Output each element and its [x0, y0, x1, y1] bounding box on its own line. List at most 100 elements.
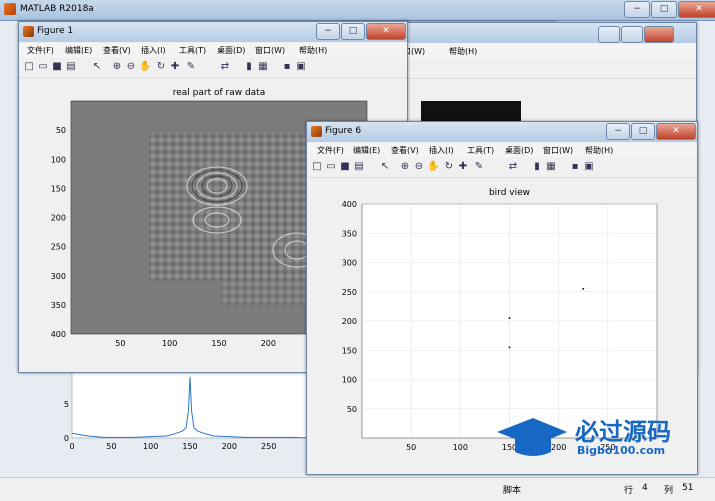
f6-y-tick-label: 250 — [342, 288, 357, 297]
scatter-point — [508, 317, 511, 320]
f1-x-tick-label: 100 — [162, 339, 177, 348]
figure1-close-button[interactable]: ✕ — [366, 23, 406, 40]
figure6-toolbar: □ ▭ ■ ▤ ↖ ⊕ ⊖ ✋ ↻ ✚ ✎ ⇄ ▮ ▦ ▪ ▣ — [307, 158, 697, 178]
data-cursor-icon[interactable]: ✚ — [457, 161, 469, 173]
figure6-maximize-button[interactable]: □ — [631, 123, 655, 140]
figure6-title: Figure 6 — [325, 126, 362, 136]
new-figure-icon[interactable]: □ — [23, 61, 35, 73]
f6-menu-tools[interactable]: 工具(T) — [467, 145, 494, 156]
colorbar-icon[interactable]: ▮ — [243, 61, 255, 73]
f1-menu-edit[interactable]: 编辑(E) — [65, 45, 92, 56]
close-button[interactable]: ✕ — [678, 1, 715, 18]
maximize-button[interactable]: □ — [651, 1, 677, 18]
f1-y-tick-label: 350 — [51, 301, 66, 310]
pan-hand-icon[interactable]: ✋ — [139, 61, 151, 73]
legend-icon[interactable]: ▦ — [257, 61, 269, 73]
scatter-point — [582, 287, 585, 290]
f6-y-tick-label: 400 — [342, 200, 357, 209]
new-figure-icon[interactable]: □ — [311, 161, 323, 173]
f6-y-tick-label: 100 — [342, 376, 357, 385]
f6-y-tick-label: 300 — [342, 259, 357, 268]
f6-menu-window[interactable]: 窗口(W) — [543, 145, 573, 156]
zoom-out-icon[interactable]: ⊖ — [125, 61, 137, 73]
select-arrow-icon[interactable]: ↖ — [91, 61, 103, 73]
back-figure-3-toolbar — [401, 59, 696, 79]
f6-menu-file[interactable]: 文件(F) — [317, 145, 344, 156]
pan-hand-icon[interactable]: ✋ — [427, 161, 439, 173]
f1-y-tick-label: 400 — [51, 330, 66, 339]
back-figure-minimize-button[interactable] — [598, 26, 620, 43]
f1-x-tick-label: 50 — [115, 339, 125, 348]
colorbar-icon[interactable]: ▮ — [531, 161, 543, 173]
zoom-out-icon[interactable]: ⊖ — [413, 161, 425, 173]
figure-icon — [311, 126, 322, 137]
select-arrow-icon[interactable]: ↖ — [379, 161, 391, 173]
figure6-minimize-button[interactable]: − — [606, 123, 630, 140]
save-icon[interactable]: ■ — [51, 61, 63, 73]
figure6-close-button[interactable]: ✕ — [656, 123, 696, 140]
f1-menu-tools[interactable]: 工具(T) — [179, 45, 206, 56]
lower-y-tick-label: 0 — [64, 434, 69, 443]
open-file-icon[interactable]: ▭ — [37, 61, 49, 73]
print-icon[interactable]: ▤ — [353, 161, 365, 173]
app-title: MATLAB R2018a — [20, 4, 94, 14]
zoom-in-icon[interactable]: ⊕ — [399, 161, 411, 173]
brush-icon[interactable]: ✎ — [185, 61, 197, 73]
legend-icon[interactable]: ▦ — [545, 161, 557, 173]
link-plot-icon[interactable]: ⇄ — [507, 161, 519, 173]
zoom-in-icon[interactable]: ⊕ — [111, 61, 123, 73]
save-icon[interactable]: ■ — [339, 161, 351, 173]
f6-menu-desktop[interactable]: 桌面(D) — [505, 145, 533, 156]
matlab-titlebar: MATLAB R2018a − □ ✕ — [0, 0, 715, 21]
f6-y-tick-label: 350 — [342, 229, 357, 238]
f1-x-tick-label: 200 — [261, 339, 276, 348]
status-col: 51 — [682, 483, 694, 493]
lower-x-tick-label: 100 — [143, 442, 158, 451]
link-plot-icon[interactable]: ⇄ — [219, 61, 231, 73]
f6-menu-view[interactable]: 查看(V) — [391, 145, 419, 156]
statusbar: 脚本 行 4 列 51 — [0, 477, 715, 501]
f1-menu-insert[interactable]: 插入(I) — [141, 45, 166, 56]
f6-y-tick-label: 150 — [342, 346, 357, 355]
f1-menu-view[interactable]: 查看(V) — [103, 45, 131, 56]
watermark: 必过源码 Bigbo100.com — [497, 410, 702, 462]
figure1-maximize-button[interactable]: □ — [341, 23, 365, 40]
lower-x-tick-label: 0 — [69, 442, 74, 451]
figure1-minimize-button[interactable]: − — [316, 23, 340, 40]
f1-menu-desktop[interactable]: 桌面(D) — [217, 45, 245, 56]
f6-menu-insert[interactable]: 插入(I) — [429, 145, 454, 156]
back-menu-help[interactable]: 帮助(H) — [449, 46, 477, 57]
f6-y-tick-label: 200 — [342, 317, 357, 326]
lower-plot: 0 50 100 150 200 250 0 5 — [64, 370, 309, 451]
f1-menu-help[interactable]: 帮助(H) — [299, 45, 327, 56]
rotate-3d-icon[interactable]: ↻ — [443, 161, 455, 173]
show-plot-tools-icon[interactable]: ▣ — [583, 161, 595, 173]
minimize-button[interactable]: − — [624, 1, 650, 18]
back-figure-maximize-button[interactable] — [621, 26, 643, 43]
back-figure-close-button[interactable] — [644, 26, 674, 43]
open-file-icon[interactable]: ▭ — [325, 161, 337, 173]
figure1-toolbar: □ ▭ ■ ▤ ↖ ⊕ ⊖ ✋ ↻ ✚ ✎ ⇄ ▮ ▦ ▪ ▣ — [19, 58, 407, 78]
scatter-point — [508, 346, 511, 349]
f6-menu-edit[interactable]: 编辑(E) — [353, 145, 380, 156]
f6-x-tick-label: 100 — [453, 443, 468, 452]
figure1-menubar: 文件(F) 编辑(E) 查看(V) 插入(I) 工具(T) 桌面(D) 窗口(W… — [19, 43, 407, 57]
data-cursor-icon[interactable]: ✚ — [169, 61, 181, 73]
figure-icon — [23, 26, 34, 37]
lower-x-tick-label: 150 — [182, 442, 197, 451]
print-icon[interactable]: ▤ — [65, 61, 77, 73]
hide-plot-tools-icon[interactable]: ▪ — [281, 61, 293, 73]
rotate-3d-icon[interactable]: ↻ — [155, 61, 167, 73]
watermark-brand: 必过源码 — [575, 418, 671, 446]
show-plot-tools-icon[interactable]: ▣ — [295, 61, 307, 73]
f1-menu-file[interactable]: 文件(F) — [27, 45, 54, 56]
figure1-title: Figure 1 — [37, 26, 74, 36]
hide-plot-tools-icon[interactable]: ▪ — [569, 161, 581, 173]
lower-y-tick-label: 5 — [64, 400, 69, 409]
f6-y-tick-label: 50 — [347, 405, 357, 414]
brush-icon[interactable]: ✎ — [473, 161, 485, 173]
f6-menu-help[interactable]: 帮助(H) — [585, 145, 613, 156]
f1-y-tick-label: 50 — [56, 126, 66, 135]
figure6-menubar: 文件(F) 编辑(E) 查看(V) 插入(I) 工具(T) 桌面(D) 窗口(W… — [307, 143, 697, 157]
f1-menu-window[interactable]: 窗口(W) — [255, 45, 285, 56]
